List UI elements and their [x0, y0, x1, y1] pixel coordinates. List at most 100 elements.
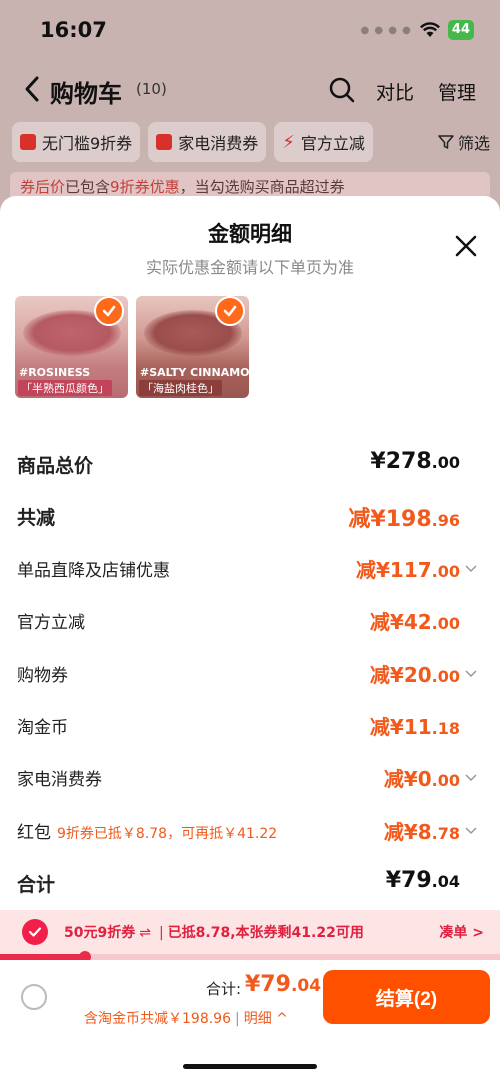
row-total-discount: 共减 减¥198.96	[0, 491, 500, 543]
value-int: 减¥11	[369, 714, 432, 739]
selected-products: #ROSINESS 「半熟西瓜颜色」 #SALTY CINNAMON 「海盐肉桂…	[15, 296, 249, 398]
total-dec: .04	[290, 976, 322, 996]
value-int: 减¥8	[383, 819, 432, 844]
row-appliance-coupon[interactable]: 家电消费券 减¥0.00	[0, 753, 500, 805]
row-taojinbi: 淘金币 减¥11.18	[0, 701, 500, 753]
value-dec: .00	[431, 561, 460, 581]
coupon-icon	[20, 134, 36, 150]
checkout-button[interactable]: 结算(2)	[323, 970, 490, 1024]
row-shopping-coupon[interactable]: 购物券 减¥20.00	[0, 649, 500, 701]
row-value: 减¥8.78	[384, 816, 460, 845]
value-int: ¥278	[370, 449, 432, 474]
coupon-checkbox[interactable]	[22, 919, 48, 945]
row-label: 共减	[17, 507, 56, 530]
chip-label: 家电消费券	[178, 134, 259, 153]
notice-highlight: 券后价	[20, 178, 66, 196]
chip-coupon-discount[interactable]: 无门槛9折券	[12, 122, 141, 162]
select-all-checkbox[interactable]	[21, 984, 47, 1010]
wifi-icon	[419, 22, 440, 37]
row-label: 淘金币	[17, 717, 68, 738]
row-value: ¥278.00	[370, 449, 460, 474]
chevron-down-icon	[465, 827, 477, 834]
back-arrow-icon[interactable]	[22, 74, 42, 104]
status-icons: ● ● ● ● 44	[360, 20, 474, 40]
row-value: 减¥42.00	[370, 606, 460, 635]
coupon-status: 已抵8.78,本张券剩41.22可用	[167, 925, 364, 941]
row-label: 家电消费券	[17, 770, 102, 791]
row-label-text: 红包	[17, 822, 51, 843]
filter-button[interactable]: 筛选	[427, 122, 490, 162]
value-dec: .96	[431, 511, 460, 531]
manage-button[interactable]: 管理	[438, 78, 476, 105]
cart-nav-bar: 购物车 (10) 对比 管理	[0, 68, 500, 112]
amount-detail-sheet: 金额明细 实际优惠金额请以下单页为准 #ROSINESS 「半熟西瓜颜色」 #S…	[0, 196, 500, 1081]
lightning-icon: ⚡	[282, 131, 295, 153]
row-red-packet[interactable]: 红包 9折券已抵￥8.78，可再抵￥41.22 减¥8.78	[0, 806, 500, 858]
home-indicator	[183, 1064, 317, 1069]
filter-label: 筛选	[457, 134, 490, 153]
chip-official-discount[interactable]: ⚡ 官方立减	[274, 122, 373, 162]
cart-count: (10)	[136, 80, 167, 98]
chip-appliance-coupon[interactable]: 家电消费券	[148, 122, 267, 162]
product-thumbnail[interactable]: #SALTY CINNAMON 「海盐肉桂色」	[136, 296, 249, 398]
compare-button[interactable]: 对比	[376, 78, 414, 105]
product-shade-sub: 「海盐肉桂色」	[139, 380, 222, 396]
check-icon	[94, 296, 124, 326]
signal-icon: ● ● ● ●	[360, 24, 412, 36]
notice-highlight: 9折券优惠	[110, 178, 180, 196]
row-value: 减¥198.96	[348, 501, 460, 533]
row-label: 合计	[17, 874, 56, 897]
divider: |	[158, 925, 164, 941]
detail-toggle[interactable]: 明细 ^	[244, 1011, 288, 1027]
status-bar: 16:07 ● ● ● ● 44	[0, 0, 500, 60]
row-label: 商品总价	[17, 455, 94, 477]
value-int: 减¥198	[348, 507, 432, 533]
value-dec: .00	[431, 453, 460, 472]
notice-text: 已包含	[65, 178, 111, 196]
row-label: 购物券	[17, 665, 68, 686]
red-packet-note: 9折券已抵￥8.78，可再抵￥41.22	[57, 825, 278, 842]
value-dec: .18	[431, 718, 460, 738]
value-int: 减¥0	[383, 767, 432, 792]
discount-text: 含淘金币共减￥198.96	[84, 1011, 231, 1027]
swap-icon[interactable]: ⇌	[139, 925, 151, 941]
row-value: 减¥0.00	[384, 763, 460, 792]
sheet-title: 金额明细	[208, 222, 292, 246]
row-store-discount[interactable]: 单品直降及店铺优惠 减¥117.00	[0, 544, 500, 596]
row-label: 官方立减	[17, 613, 85, 634]
value-dec: .78	[431, 823, 460, 843]
total-value: ¥79.04	[245, 972, 321, 997]
chip-label: 无门槛9折券	[42, 134, 133, 153]
value-dec: .04	[431, 872, 460, 892]
total-label: 合计:	[206, 980, 242, 998]
product-shade-sub: 「半熟西瓜颜色」	[18, 380, 112, 396]
coupon-icon	[156, 134, 173, 150]
filter-chips: 无门槛9折券 家电消费券 ⚡ 官方立减	[0, 122, 500, 164]
amount-rows: 商品总价 ¥278.00 共减 减¥198.96 单品直降及店铺优惠 减¥117…	[0, 439, 500, 911]
value-dec: .00	[431, 614, 460, 634]
notice-text: ，当勾选购买商品超过券	[179, 178, 345, 196]
product-shade-name: #ROSINESS	[19, 366, 91, 379]
coupon-bar: 50元9折券 ⇌ | 已抵8.78,本张券剩41.22可用 凑单 >	[0, 910, 500, 954]
discount-summary: 含淘金币共减￥198.96 | 明细 ^	[84, 1008, 288, 1028]
search-icon[interactable]	[329, 77, 355, 103]
sheet-subtitle: 实际优惠金额请以下单页为准	[145, 258, 354, 277]
value-dec: .00	[431, 666, 460, 686]
value-int: 减¥20	[369, 662, 432, 687]
value-int: 减¥42	[369, 610, 432, 635]
chip-label: 官方立减	[300, 134, 365, 153]
chevron-down-icon	[465, 565, 477, 572]
chevron-down-icon	[465, 774, 477, 782]
product-thumbnail[interactable]: #ROSINESS 「半熟西瓜颜色」	[15, 296, 128, 398]
row-official-discount: 官方立减 减¥42.00	[0, 596, 500, 648]
row-value: 减¥20.00	[370, 659, 460, 688]
check-icon	[215, 296, 245, 326]
add-items-link[interactable]: 凑单 >	[439, 922, 484, 942]
checkout-footer: 合计: ¥79.04 含淘金币共减￥198.96 | 明细 ^ 结算(2)	[0, 960, 500, 1081]
close-icon[interactable]	[454, 234, 478, 258]
row-label: 红包 9折券已抵￥8.78，可再抵￥41.22	[17, 818, 277, 843]
row-value: 减¥11.18	[370, 711, 460, 740]
value-int: ¥79	[385, 868, 432, 894]
coupon-name: 50元9折券	[64, 925, 136, 941]
filter-icon	[438, 135, 454, 149]
